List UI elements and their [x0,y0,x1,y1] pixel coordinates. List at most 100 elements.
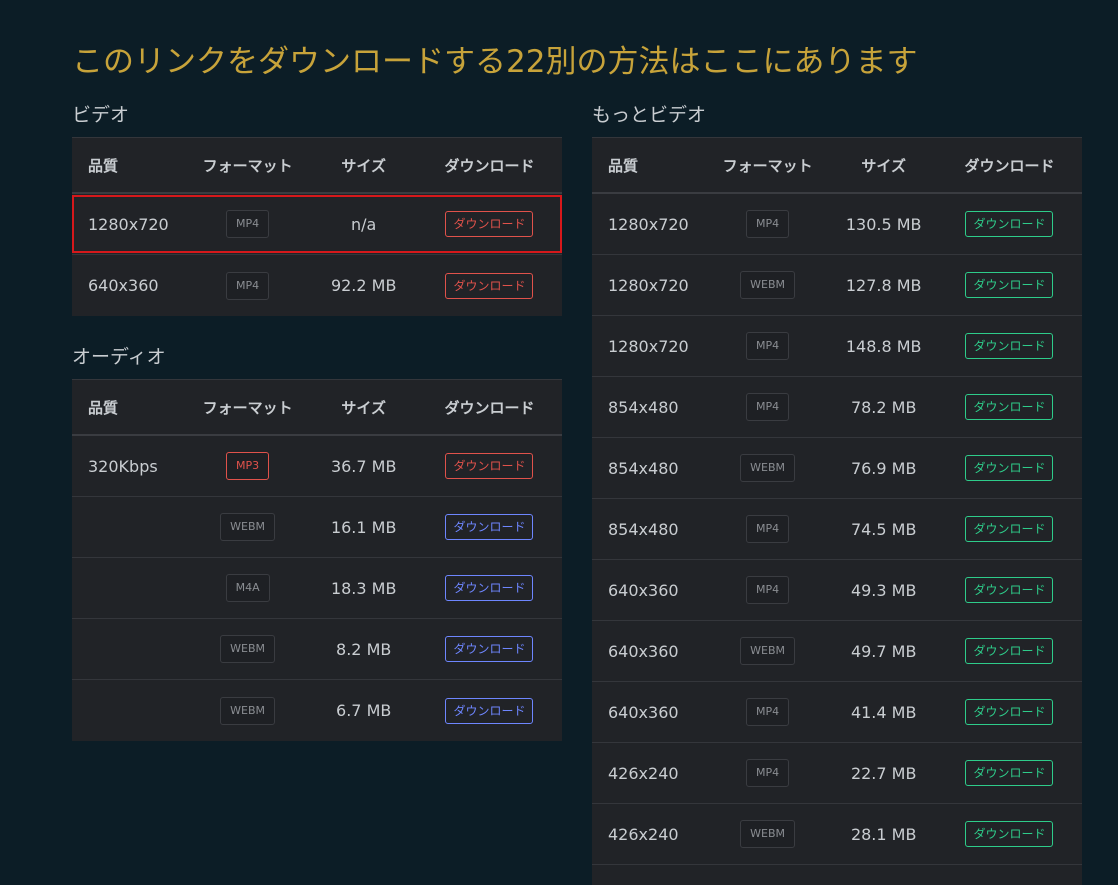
download-button[interactable]: ダウンロード [445,272,534,299]
format-badge: MP4 [746,393,790,421]
table-row: 854x480 WEBM 76.9 MB ダウンロード [592,438,1082,499]
more-video-section-label: もっとビデオ [592,104,707,126]
quality-cell: 1280x720 [608,214,689,234]
download-button[interactable]: ダウンロード [965,394,1054,420]
size-cell: 41.4 MB [850,702,917,722]
header-quality: 品質 [608,156,639,175]
table-row: WEBM 16.1 MB ダウンロード [72,497,562,558]
download-button[interactable]: ダウンロード [445,697,534,724]
format-badge: WEBM [740,637,796,665]
size-cell: 78.2 MB [850,397,917,417]
format-badge: WEBM [220,696,276,725]
header-size: サイズ [861,156,906,175]
download-button[interactable]: ダウンロード [965,577,1054,603]
table-row: 640x360 MP4 49.3 MB ダウンロード [592,560,1082,621]
download-button[interactable]: ダウンロード [965,272,1054,298]
table-row: 640x360 WEBM 49.7 MB ダウンロード [592,621,1082,682]
header-download: ダウンロード [444,156,535,175]
download-button[interactable]: ダウンロード [965,821,1054,847]
download-button[interactable]: ダウンロード [965,638,1054,664]
quality-cell: 640x360 [608,641,679,661]
quality-cell: 426x240 [608,824,679,844]
table-header: 品質 フォーマット サイズ ダウンロード [72,379,562,436]
download-button[interactable]: ダウンロード [445,636,534,662]
size-cell: 130.5 MB [845,214,922,234]
format-badge: WEBM [740,820,796,848]
format-badge: MP4 [746,759,790,787]
format-badge: M4A [225,574,270,602]
table-row: 1280x720 MP4 148.8 MB ダウンロード [592,316,1082,377]
quality-cell: 1280x720 [88,214,169,234]
quality-cell: 640x360 [608,702,679,722]
format-badge: MP4 [746,698,790,726]
download-button[interactable]: ダウンロード [965,455,1054,481]
format-badge: WEBM [740,454,796,482]
table-row: 640x360 MP4 41.4 MB ダウンロード [592,682,1082,743]
header-size: サイズ [341,398,386,417]
format-badge: MP4 [746,576,790,604]
table-row: 1280x720 WEBM 127.8 MB ダウンロード [592,255,1082,316]
more-video-table: 品質 フォーマット サイズ ダウンロード 1280x720 MP4 130.5 MB… [592,137,1082,885]
size-cell: 49.7 MB [850,641,917,661]
size-cell: 22.7 MB [850,763,917,783]
quality-cell: 640x360 [88,276,159,295]
download-button[interactable]: ダウンロード [445,453,534,479]
format-badge: MP4 [226,271,270,300]
table-row: 1280x720 MP4 130.5 MB ダウンロード [592,194,1082,255]
download-button[interactable]: ダウンロード [445,575,534,601]
table-row: 640x360 MP4 92.2 MB ダウンロード [72,255,562,316]
size-cell: 28.1 MB [850,824,917,844]
size-cell: 36.7 MB [330,456,397,476]
download-button[interactable]: ダウンロード [965,211,1054,237]
table-header: 品質 フォーマット サイズ ダウンロード [72,137,562,194]
download-button[interactable]: ダウンロード [965,699,1054,725]
header-format: フォーマット [722,156,813,175]
quality-cell: 854x480 [608,519,679,539]
table-row: WEBM 8.2 MB ダウンロード [72,619,562,680]
format-badge: WEBM [740,271,796,299]
table-header: 品質 フォーマット サイズ ダウンロード [592,137,1082,194]
quality-cell: 320Kbps [88,456,158,476]
header-quality: 品質 [88,398,119,417]
header-format: フォーマット [202,156,293,175]
table-row: WEBM 6.7 MB ダウンロード [72,680,562,741]
table-row: 854x480 MP4 74.5 MB ダウンロード [592,499,1082,560]
download-button[interactable]: ダウンロード [445,211,534,237]
header-quality: 品質 [88,156,119,175]
header-format: フォーマット [202,398,293,417]
video-table: 品質 フォーマット サイズ ダウンロード 1280x720 MP4 n/a ダウ… [72,137,562,316]
format-badge: WEBM [220,513,276,541]
quality-cell: 854x480 [608,458,679,478]
format-badge: MP4 [226,210,270,238]
size-cell: 16.1 MB [330,517,397,537]
table-row: 854x480 MP4 78.2 MB ダウンロード [592,377,1082,438]
quality-cell: 854x480 [608,397,679,417]
table-row-partial [592,865,1082,885]
size-cell: 6.7 MB [336,701,392,720]
format-badge: MP4 [746,515,790,543]
download-button[interactable]: ダウンロード [965,760,1054,786]
size-cell: 127.8 MB [845,275,922,295]
quality-cell: 1280x720 [608,275,689,295]
size-cell: 8.2 MB [336,639,392,659]
quality-cell: 1280x720 [608,336,689,356]
quality-cell: 640x360 [608,580,679,600]
size-cell: 49.3 MB [850,580,917,600]
header-download: ダウンロード [444,398,535,417]
size-cell: 148.8 MB [845,336,922,356]
size-cell: 76.9 MB [850,458,917,478]
format-badge: MP3 [226,452,270,480]
format-badge: MP4 [746,332,790,360]
table-row: 426x240 MP4 22.7 MB ダウンロード [592,743,1082,804]
video-section-label: ビデオ [72,104,130,126]
download-button[interactable]: ダウンロード [965,516,1054,542]
download-button[interactable]: ダウンロード [445,514,534,540]
format-badge: MP4 [746,210,790,238]
size-cell: n/a [351,214,377,234]
table-row: M4A 18.3 MB ダウンロード [72,558,562,619]
table-row: 1280x720 MP4 n/a ダウンロード [72,194,562,255]
header-download: ダウンロード [964,156,1055,175]
download-button[interactable]: ダウンロード [965,333,1054,359]
table-row: 320Kbps MP3 36.7 MB ダウンロード [72,436,562,497]
table-row: 426x240 WEBM 28.1 MB ダウンロード [592,804,1082,865]
